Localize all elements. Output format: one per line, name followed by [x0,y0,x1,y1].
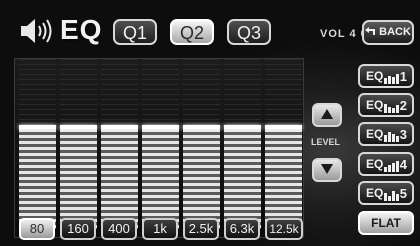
eq-band-slider[interactable] [224,59,261,229]
band-400-button[interactable]: 400 [101,218,137,240]
eq-preset-number: 4 [399,157,407,172]
eq-bars-icon [384,161,399,172]
preset-q3-button[interactable]: Q3 [227,19,271,45]
band-6-3k-button[interactable]: 6.3k [224,218,260,240]
flat-button[interactable]: FLAT [358,211,414,235]
page-title: EQ [60,14,103,45]
header: EQ Q1 Q2 Q3 VOL 4 0 BACK [0,0,420,56]
eq-preset-5-button[interactable]: EQ 5 [358,181,414,205]
eq-band-slider[interactable] [60,59,97,229]
band-80-button[interactable]: 80 [19,218,55,240]
eq-band-slider[interactable] [183,59,220,229]
eq-preset-2-button[interactable]: EQ 2 [358,93,414,117]
eq-preset-3-button[interactable]: EQ 3 [358,122,414,146]
band-12-5k-button[interactable]: 12.5k [265,218,303,240]
eq-bars-icon [384,132,399,142]
eq-bars-icon [384,191,399,201]
eq-screen: EQ Q1 Q2 Q3 VOL 4 0 BACK 80 160 400 1k 2… [0,0,420,246]
eq-preset-label: EQ [366,69,384,83]
eq-preset-label: EQ [366,157,384,171]
eq-preset-label: EQ [366,98,384,112]
preset-q2-button[interactable]: Q2 [170,19,214,45]
level-up-button[interactable] [312,103,342,127]
band-2-5k-button[interactable]: 2.5k [183,218,219,240]
eq-bars-icon [384,74,399,84]
eq-band-slider[interactable] [101,59,138,229]
level-down-button[interactable] [312,158,342,182]
back-arrow-icon [365,27,376,35]
back-label: BACK [379,26,411,38]
eq-bars-icon [384,104,399,113]
eq-preset-number: 3 [399,127,407,142]
eq-preset-label: EQ [366,186,384,200]
eq-preset-number: 2 [399,98,407,113]
preset-q1-button[interactable]: Q1 [113,19,157,45]
graphic-eq-panel [14,58,304,238]
eq-preset-number: 1 [399,69,407,84]
speaker-icon [21,19,52,43]
eq-preset-label: EQ [366,127,384,141]
eq-band-slider[interactable] [142,59,179,229]
eq-band-slider[interactable] [19,59,56,229]
level-label: LEVEL [311,137,341,147]
volume-readout: VOL 4 0 [320,28,368,40]
eq-preset-1-button[interactable]: EQ 1 [358,64,414,88]
eq-band-slider[interactable] [265,59,302,229]
down-arrow-icon [321,164,333,174]
back-button[interactable]: BACK [362,20,414,45]
up-arrow-icon [321,109,333,119]
eq-preset-4-button[interactable]: EQ 4 [358,152,414,176]
band-1k-button[interactable]: 1k [142,218,178,240]
band-160-button[interactable]: 160 [60,218,96,240]
eq-preset-number: 5 [399,186,407,201]
